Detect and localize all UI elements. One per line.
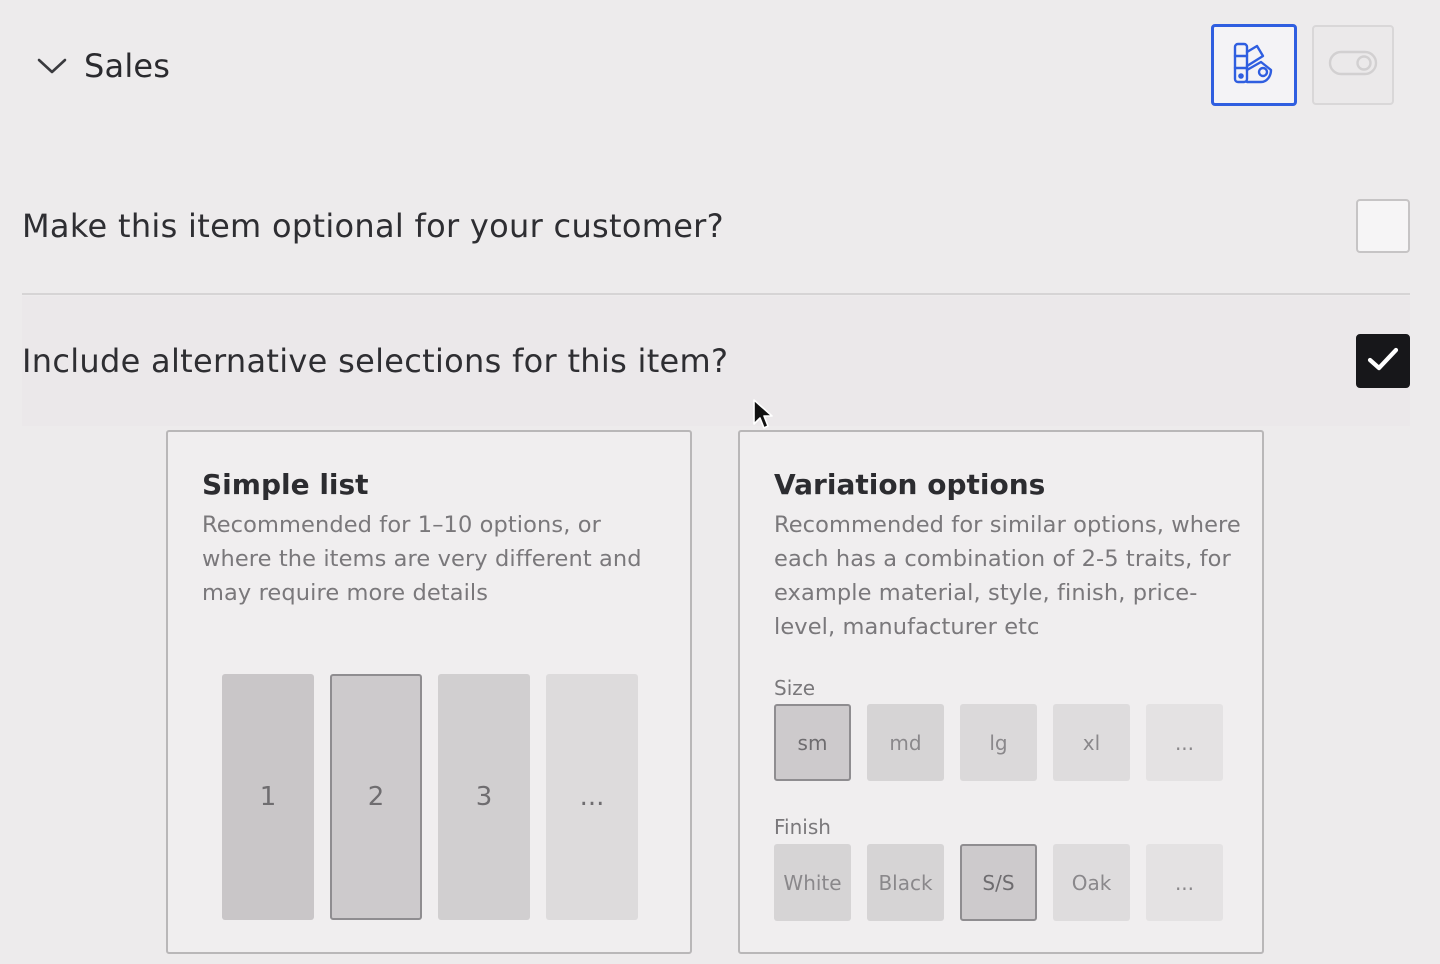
simple-list-title: Simple list — [202, 468, 369, 501]
list-tile: 1 — [222, 674, 314, 920]
optional-item-question: Make this item optional for your custome… — [22, 207, 724, 245]
size-chip-selected: sm — [774, 704, 851, 781]
list-tile-selected: 2 — [330, 674, 422, 920]
size-chips: sm md lg xl ... — [774, 704, 1223, 781]
simple-list-description: Recommended for 1–10 options, or where t… — [202, 512, 642, 606]
alternative-selections-question: Include alternative selections for this … — [22, 342, 729, 380]
finish-chip: Oak — [1053, 844, 1130, 921]
optional-item-row: Make this item optional for your custome… — [22, 190, 1410, 262]
section-header: Sales — [0, 0, 1440, 130]
finish-label: Finish — [774, 815, 831, 839]
size-label: Size — [774, 676, 816, 700]
optional-item-checkbox[interactable] — [1356, 199, 1410, 253]
section-collapse-toggle[interactable]: Sales — [36, 44, 170, 88]
size-chip-more: ... — [1146, 704, 1223, 781]
checkmark-icon — [1366, 345, 1400, 377]
alternative-selections-checkbox[interactable] — [1356, 334, 1410, 388]
toggle-view-button[interactable] — [1312, 25, 1394, 105]
design-palette-icon — [1231, 40, 1277, 90]
size-chip: lg — [960, 704, 1037, 781]
finish-chip: Black — [867, 844, 944, 921]
size-chip: md — [867, 704, 944, 781]
finish-chip-selected: S/S — [960, 844, 1037, 921]
simple-list-preview: 1 2 3 ... — [222, 674, 638, 920]
size-chip: xl — [1053, 704, 1130, 781]
toggle-switch-icon — [1328, 49, 1378, 81]
variation-options-title: Variation options — [774, 468, 1046, 501]
list-tile: 3 — [438, 674, 530, 920]
page: Sales Make this item optional for your c… — [0, 0, 1440, 964]
design-view-button[interactable] — [1211, 24, 1297, 106]
finish-chip: White — [774, 844, 851, 921]
list-tile-more: ... — [546, 674, 638, 920]
simple-list-card[interactable]: Simple list Recommended for 1–10 options… — [166, 430, 692, 954]
finish-chips: White Black S/S Oak ... — [774, 844, 1223, 921]
section-title: Sales — [84, 47, 171, 85]
finish-chip-more: ... — [1146, 844, 1223, 921]
divider — [22, 293, 1410, 295]
alternative-selections-row: Include alternative selections for this … — [22, 296, 1410, 426]
variation-options-description: Recommended for similar options, where e… — [774, 512, 1241, 640]
chevron-down-icon — [36, 54, 68, 78]
variation-options-card[interactable]: Variation options Recommended for simila… — [738, 430, 1264, 954]
